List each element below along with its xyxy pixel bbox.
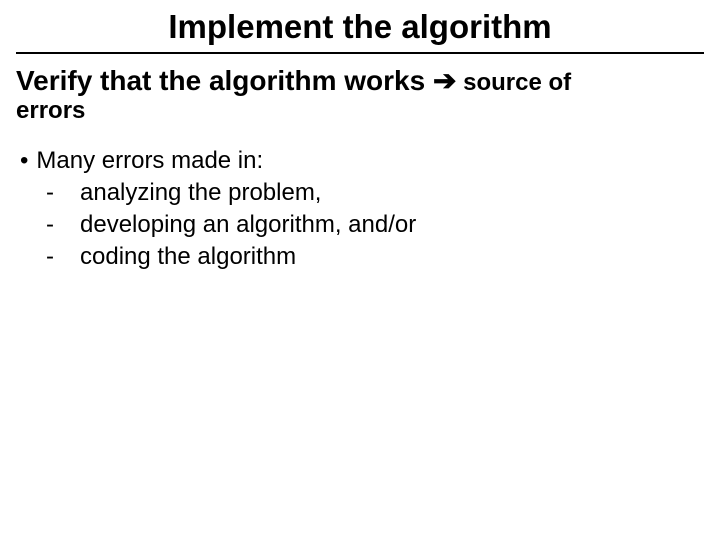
bullet-text: Many errors made in: — [36, 146, 263, 176]
dash-icon: - — [46, 178, 80, 208]
subtitle-lead: Verify that the algorithm works — [16, 65, 433, 96]
bullet-icon: • — [20, 146, 28, 176]
subtitle-line2: errors — [16, 98, 704, 124]
arrow-icon: ➔ — [433, 65, 456, 96]
list-item: • Many errors made in: — [20, 146, 704, 176]
slide-body: • Many errors made in: - analyzing the p… — [16, 146, 704, 272]
dash-text: developing an algorithm, and/or — [80, 210, 416, 240]
dash-text: coding the algorithm — [80, 242, 296, 272]
slide-subtitle: Verify that the algorithm works ➔ source… — [16, 64, 704, 98]
list-item: - analyzing the problem, — [46, 178, 704, 208]
slide-title: Implement the algorithm — [16, 8, 704, 54]
list-item: - developing an algorithm, and/or — [46, 210, 704, 240]
dash-text: analyzing the problem, — [80, 178, 321, 208]
dash-icon: - — [46, 210, 80, 240]
dash-icon: - — [46, 242, 80, 272]
subtitle-trail1: source of — [456, 69, 571, 96]
list-item: - coding the algorithm — [46, 242, 704, 272]
slide: Implement the algorithm Verify that the … — [0, 0, 720, 540]
